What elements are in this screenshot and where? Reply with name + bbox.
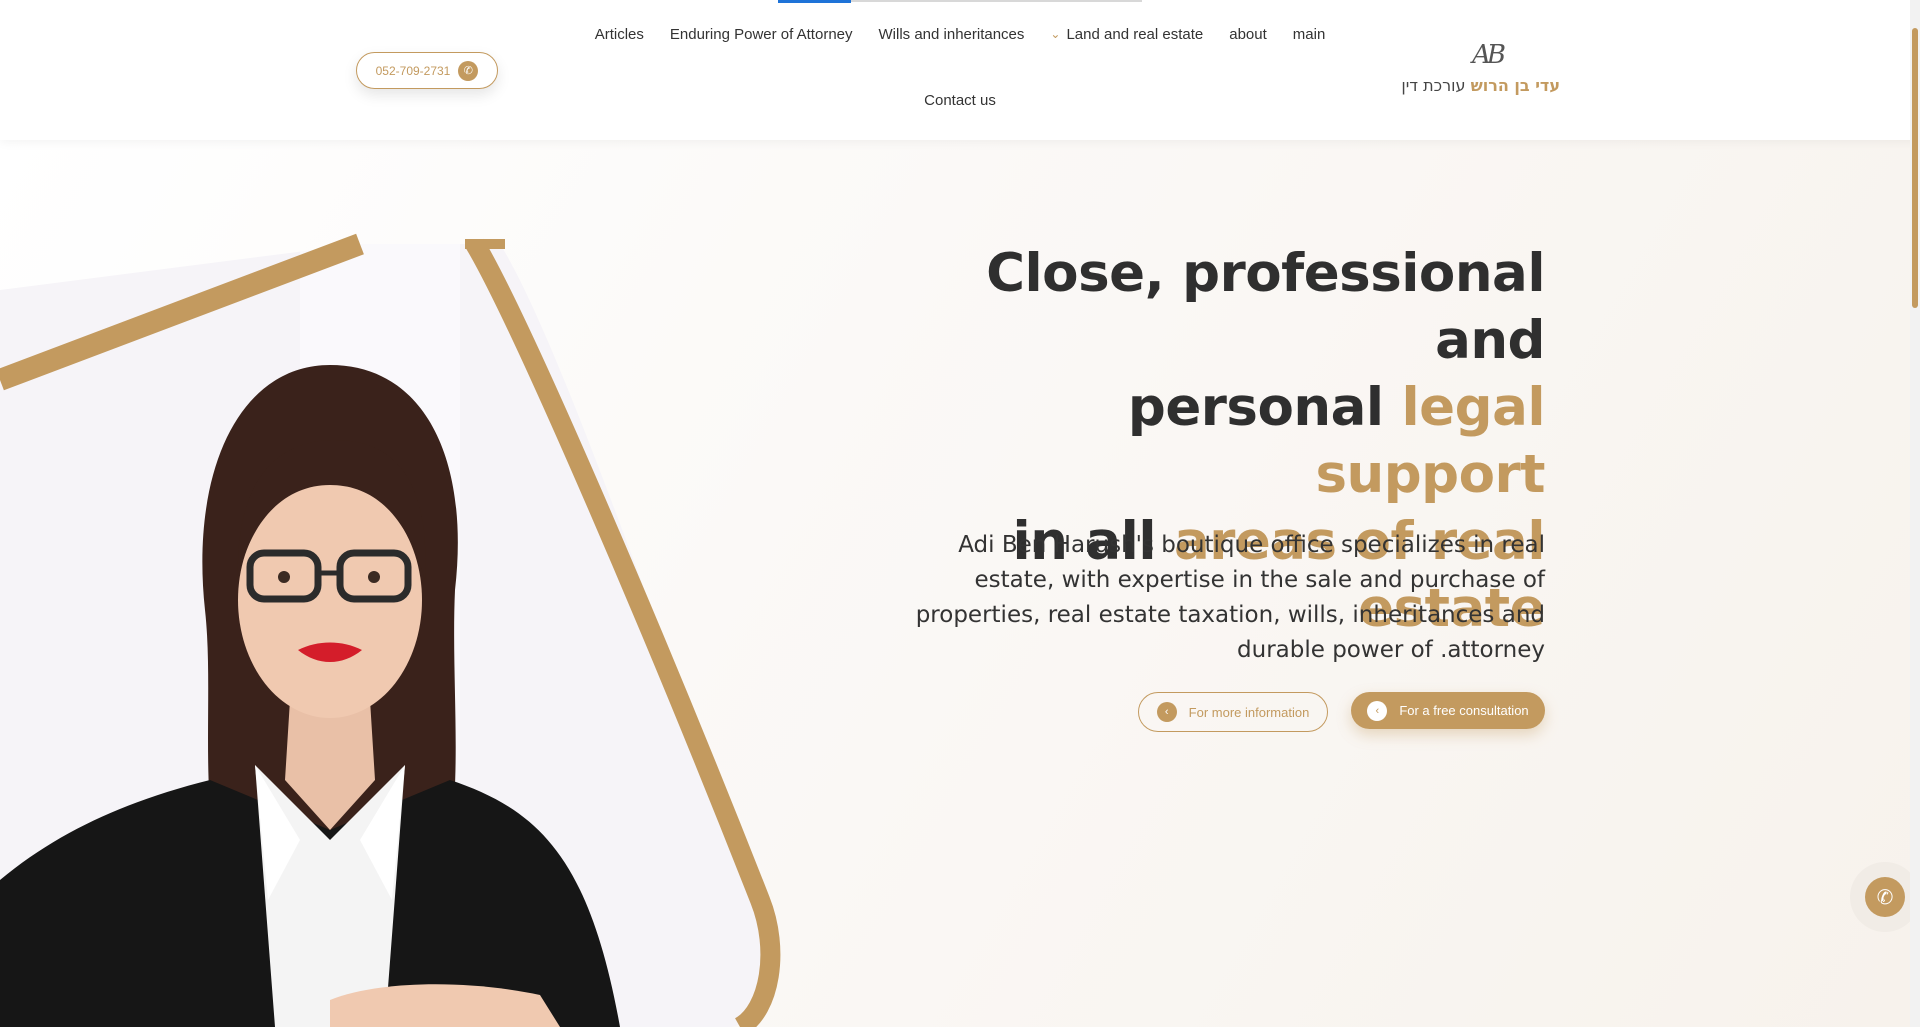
portrait-illustration — [0, 233, 781, 1027]
chevron-down-icon: ⌄ — [1050, 27, 1061, 41]
more-info-button[interactable]: ‹ For more information — [1138, 692, 1328, 732]
phone-button[interactable]: 052-709-2731 ✆ — [356, 52, 498, 89]
nav-label: Land and real estate — [1066, 25, 1204, 43]
phone-icon: ✆ — [458, 60, 479, 81]
hero-section: Close, professional and personal legal s… — [0, 140, 1920, 1027]
nav-item-real-estate[interactable]: ⌄ Land and real estate — [1037, 26, 1216, 43]
nav-item-articles[interactable]: Articles — [582, 26, 657, 43]
headline-line-1: Close, professional and — [986, 243, 1545, 371]
nav-label: Enduring Power of Attorney — [669, 25, 853, 43]
logo-title: עורכת דין — [1401, 76, 1466, 95]
free-consultation-label: For a free consultation — [1399, 703, 1529, 718]
nav-label: about — [1229, 25, 1267, 43]
nav-item-main[interactable]: main — [1280, 26, 1339, 43]
headline-line-2: personal — [1127, 377, 1402, 438]
nav-item-contact[interactable]: Contact us — [911, 92, 1009, 109]
nav-label: main — [1292, 25, 1326, 43]
free-consultation-button[interactable]: ‹ For a free consultation — [1351, 692, 1545, 729]
chevron-left-icon: ‹ — [1156, 702, 1177, 722]
lawyer-portrait — [0, 140, 800, 1027]
page-scrollbar[interactable] — [1910, 0, 1920, 1027]
logo-wordmark: עדי בן הרוש עורכת דין — [1401, 76, 1560, 95]
scrollbar-thumb[interactable] — [1912, 28, 1918, 308]
nav-progress-active — [778, 0, 851, 3]
phone-number: 052-709-2731 — [375, 63, 451, 78]
hero-description: Adi Ben Harush's boutique office special… — [915, 532, 1545, 663]
phone-icon: ✆ — [1865, 877, 1905, 917]
site-header: 052-709-2731 ✆ Articles Enduring Power o… — [0, 0, 1920, 140]
nav-item-enduring-power[interactable]: Enduring Power of Attorney — [657, 26, 866, 43]
logo-name: עדי בן הרוש — [1470, 76, 1560, 95]
chevron-left-icon: ‹ — [1367, 700, 1388, 721]
logo-monogram: AB — [1472, 40, 1506, 70]
nav-label: Contact us — [924, 92, 996, 109]
nav-label: Articles — [594, 25, 644, 43]
more-info-label: For more information — [1188, 704, 1310, 720]
nav-progress-bar — [778, 0, 1142, 3]
main-nav: Articles Enduring Power of Attorney Will… — [590, 22, 1330, 110]
nav-item-wills[interactable]: Wills and inheritances — [866, 26, 1038, 43]
site-logo[interactable]: AB עדי בן הרוש עורכת דין — [1396, 40, 1560, 100]
nav-item-about[interactable]: about — [1216, 26, 1280, 43]
nav-label: Wills and inheritances — [878, 25, 1025, 43]
